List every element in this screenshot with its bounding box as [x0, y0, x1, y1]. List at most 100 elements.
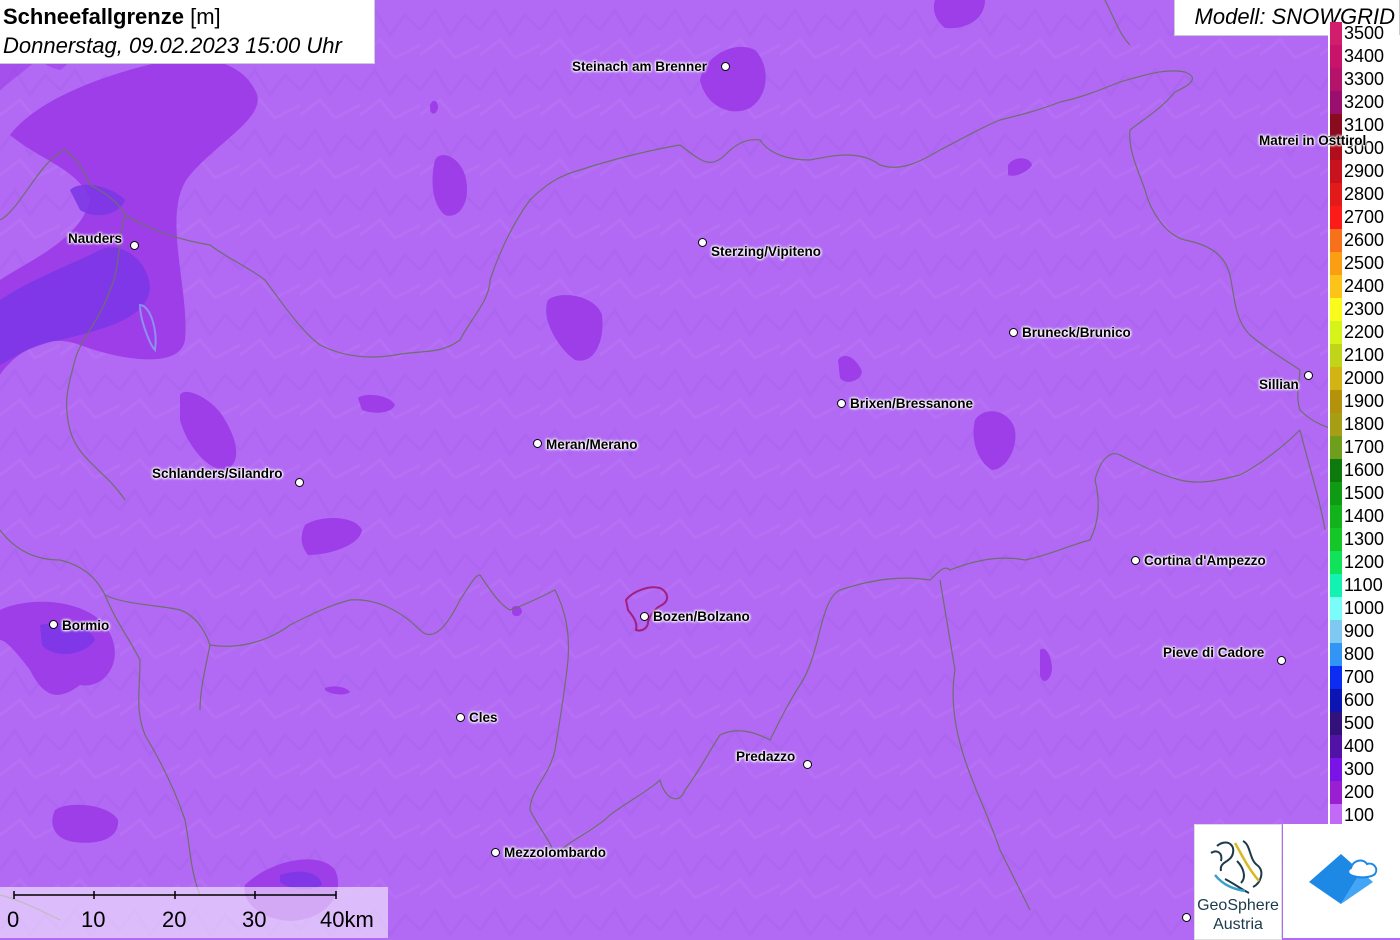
scale-tick-10: 10: [81, 907, 106, 932]
legend-row: 2100: [1328, 344, 1400, 367]
legend-label: 2300: [1344, 299, 1385, 319]
place-marker-icon[interactable]: [640, 612, 649, 621]
legend-label: 2900: [1344, 161, 1385, 181]
place-marker-icon[interactable]: [1304, 371, 1313, 380]
place-marker-icon[interactable]: [295, 478, 304, 487]
place-label: Mezzolombardo: [504, 845, 607, 860]
place-marker-icon[interactable]: [491, 848, 500, 857]
legend-row: 900: [1328, 620, 1400, 643]
map-title: Schneefallgrenze [m]: [3, 4, 221, 30]
place-marker-icon[interactable]: [1277, 656, 1286, 665]
legend-label: 2200: [1344, 322, 1385, 342]
legend-row: 2300: [1328, 298, 1400, 321]
place-label: Matrei in Osttirol: [1259, 133, 1367, 148]
legend-label: 1100: [1344, 575, 1383, 595]
place-marker-icon[interactable]: [1182, 913, 1191, 922]
legend-row: 600: [1328, 689, 1400, 712]
legend-swatch: [1330, 344, 1342, 367]
legend-swatch: [1330, 735, 1342, 758]
legend-swatch: [1330, 367, 1342, 390]
scale-bar: 0 10 20 30 40km: [0, 887, 388, 938]
legend-label: 1800: [1344, 414, 1385, 434]
legend-swatch: [1330, 574, 1342, 597]
legend-label: 700: [1344, 667, 1375, 687]
variable-name: Schneefallgrenze: [3, 4, 184, 29]
place-marker-icon[interactable]: [837, 399, 846, 408]
legend-label: 2700: [1344, 207, 1385, 227]
legend-swatch: [1330, 505, 1342, 528]
legend-row: 1700: [1328, 436, 1400, 459]
legend-row: 500: [1328, 712, 1400, 735]
legend-row: 3400: [1328, 45, 1400, 68]
legend-swatch: [1330, 68, 1342, 91]
legend-swatch: [1330, 91, 1342, 114]
legend-row: 3200: [1328, 91, 1400, 114]
legend-label: 1700: [1344, 437, 1385, 457]
legend-label: 3500: [1344, 23, 1385, 43]
legend-swatch: [1330, 45, 1342, 68]
scale-tick-20: 20: [162, 907, 187, 932]
place-marker-icon[interactable]: [533, 439, 542, 448]
legend-swatch: [1330, 666, 1342, 689]
legend-row: 2900: [1328, 160, 1400, 183]
legend-label: 1000: [1344, 598, 1385, 618]
place-marker-icon[interactable]: [1009, 328, 1018, 337]
variable-unit: [m]: [190, 4, 221, 29]
legend-swatch: [1330, 252, 1342, 275]
legend-swatch: [1330, 551, 1342, 574]
legend-swatch: [1330, 689, 1342, 712]
legend-swatch: [1330, 22, 1342, 45]
place-marker-icon[interactable]: [49, 620, 58, 629]
legend-label: 1600: [1344, 460, 1385, 480]
legend-row: 2000: [1328, 367, 1400, 390]
place-marker-icon[interactable]: [803, 760, 812, 769]
scale-tick-30: 30: [242, 907, 267, 932]
geosphere-name: GeoSphere: [1197, 897, 1279, 914]
legend-swatch: [1330, 436, 1342, 459]
legend-swatch: [1330, 643, 1342, 666]
legend-label: 2600: [1344, 230, 1385, 250]
legend-swatch: [1330, 597, 1342, 620]
place-label: Steinach am Brenner: [572, 59, 708, 74]
place-label: Cortina d'Ampezzo: [1144, 553, 1266, 568]
legend-row: 1800: [1328, 413, 1400, 436]
legend-label: 1200: [1344, 552, 1385, 572]
legend-row: 700: [1328, 666, 1400, 689]
place-label: Bozen/Bolzano: [653, 609, 750, 624]
legend-row: 1900: [1328, 390, 1400, 413]
legend-row: 3500: [1328, 22, 1400, 45]
legend-swatch: [1330, 183, 1342, 206]
place-marker-icon[interactable]: [1131, 556, 1140, 565]
app-logo[interactable]: [1283, 824, 1400, 938]
legend-label: 600: [1344, 690, 1375, 710]
legend-row: 2600: [1328, 229, 1400, 252]
legend-row: 1000: [1328, 597, 1400, 620]
legend-swatch: [1330, 275, 1342, 298]
legend-label: 300: [1344, 759, 1375, 779]
place-label: Brixen/Bressanone: [850, 396, 974, 411]
place-label: Cles: [469, 710, 498, 725]
legend-row: 3300: [1328, 68, 1400, 91]
legend-label: 1400: [1344, 506, 1385, 526]
legend-row: 2500: [1328, 252, 1400, 275]
place-marker-icon[interactable]: [456, 713, 465, 722]
legend-label: 500: [1344, 713, 1375, 733]
legend-swatch: [1330, 712, 1342, 735]
place-marker-icon[interactable]: [698, 238, 707, 247]
place-label: Nauders: [68, 231, 123, 246]
legend-label: 3400: [1344, 46, 1385, 66]
map-datetime: Donnerstag, 09.02.2023 15:00 Uhr: [3, 33, 342, 58]
place-label: Schlanders/Silandro: [152, 466, 283, 481]
legend-swatch: [1330, 459, 1342, 482]
legend-label: 400: [1344, 736, 1375, 756]
legend-swatch: [1330, 620, 1342, 643]
legend-row: 400: [1328, 735, 1400, 758]
place-marker-icon[interactable]: [721, 62, 730, 71]
geosphere-logo[interactable]: GeoSphere Austria: [1194, 824, 1282, 940]
legend-row: 2200: [1328, 321, 1400, 344]
legend-label: 1300: [1344, 529, 1385, 549]
place-label: Bruneck/Brunico: [1022, 325, 1131, 340]
place-marker-icon[interactable]: [130, 241, 139, 250]
place-label: Pieve di Cadore: [1163, 645, 1265, 660]
legend-label: 3200: [1344, 92, 1385, 112]
